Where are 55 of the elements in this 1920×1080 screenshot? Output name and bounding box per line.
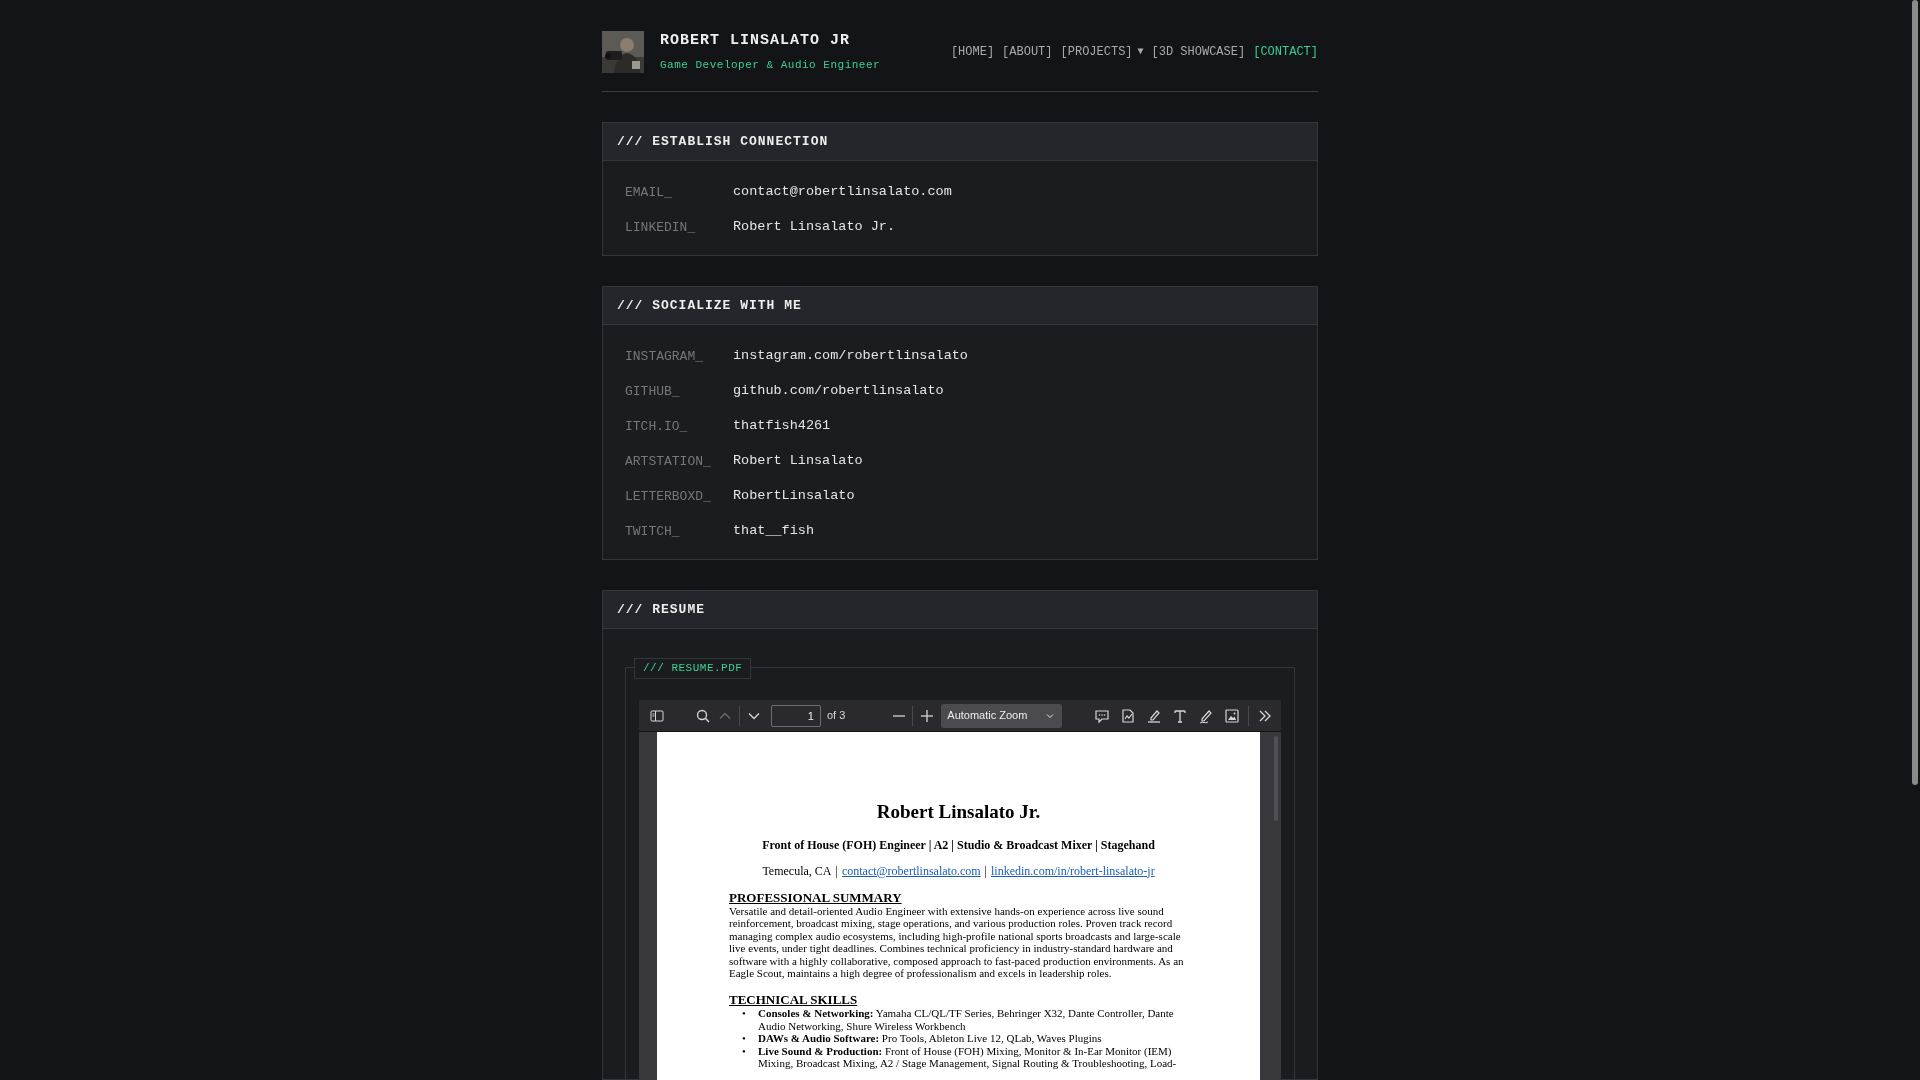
page-count: of 3 [826, 708, 846, 724]
field-label: EMAIL_ [625, 183, 673, 202]
frame-legend: /// RESUME.PDF [634, 658, 752, 679]
field-label: TWITCH_ [625, 522, 681, 541]
document-link[interactable]: linkedin.com/in/robert-linsalato-jr [991, 861, 1155, 880]
nav-link[interactable]: [3D SHOWCASE] [1151, 42, 1246, 61]
signature-icon[interactable] [1120, 707, 1137, 724]
summary-paragraph: Versatile and detail-oriented Audio Engineer with extensive hands-on experience across live sound reinforcement, broadcast mixing, stage operations, and various production roles. Proven track record managing complex audio ecosystems, including high-profile national sports broadcasts and large-scale live events, under tight deadlines. Combines technical proficiency in industry-standard hardware and software with a highly collaborative, composed approach to fast-paced production environments. As an Eagle Scout, maintains a high degree of professionalism and excels in leadership roles. [729, 904, 1185, 980]
document-location: Temecula, CA [762, 862, 832, 880]
separator: | [984, 862, 987, 880]
field-label: LETTERBOXD_ [625, 487, 712, 506]
scrollbar-thumb[interactable] [1912, 0, 1918, 785]
caret-icon[interactable]: ▼ [1137, 44, 1144, 59]
site-title: ROBERT LINSALATO JR [660, 31, 852, 51]
search-icon[interactable] [695, 707, 711, 724]
sidebar-toggle-icon[interactable] [649, 707, 665, 724]
section-heading: PROFESSIONAL SUMMARY [729, 890, 903, 905]
bullet-icon: • [729, 1044, 758, 1070]
skill-item: Live Sound & Production: Front of House (FOH) Mixing, Monitor & In-Ear Monitor (IEM) Mixing, Broadcast Mixing, A2 / Stage Management, Signal Routing & Troubleshooting, Load- [758, 1044, 1178, 1070]
profile-link[interactable]: instagram.com/robertlinsalato [733, 346, 968, 367]
field-label: ARTSTATION_ [625, 452, 712, 471]
profile-link[interactable]: github.com/robertlinsalato [733, 381, 944, 402]
nav-link[interactable]: [PROJECTS] [1060, 42, 1133, 61]
document-subtitle: Front of House (FOH) Engineer | A2 | Studio & Broadcast Mixer | Stagehand [761, 836, 1156, 854]
bullet-icon: • [729, 1007, 758, 1033]
nav-link[interactable]: [HOME] [950, 42, 995, 61]
field-label: INSTAGRAM_ [625, 347, 704, 366]
profile-link[interactable]: Robert Linsalato Jr. [733, 217, 896, 238]
page-number-field[interactable]: 1 [770, 704, 821, 727]
field-label: LINKEDIN_ [625, 218, 697, 237]
nav-link[interactable]: [CONTACT] [1253, 42, 1318, 61]
profile-link[interactable]: that__fish [733, 521, 814, 542]
zoom-select[interactable]: Automatic Zoom [941, 703, 1063, 728]
card-title: /// ESTABLISH CONNECTION [617, 132, 829, 151]
skill-item: DAWs & Audio Software: Pro Tools, Ableton Live 12, QLab, Waves Plugins [758, 1032, 1102, 1045]
document-title: Robert Linsalato Jr. [875, 800, 1042, 824]
site-tagline: Game Developer & Audio Engineer [660, 57, 881, 73]
field-label: GITHUB_ [625, 382, 681, 401]
text-tool-icon[interactable] [1172, 707, 1189, 724]
skill-item: Consoles & Networking: Yamaha CL/QL/TF Series, Behringer X32, Dante Controller, Dante Audio Networking, Shure Wireless Workbench [758, 1007, 1175, 1033]
document-link[interactable]: contact@robertlinsalato.com [841, 861, 981, 880]
nav-link[interactable]: [ABOUT] [1002, 42, 1053, 61]
card-title: /// SOCIALIZE WITH ME [617, 296, 802, 315]
separator: | [835, 862, 838, 880]
profile-link[interactable]: Robert Linsalato [733, 451, 863, 472]
zoom-in-icon[interactable] [919, 707, 936, 724]
profile-link[interactable]: contact@robertlinsalato.com [733, 182, 952, 203]
profile-link[interactable]: thatfish4261 [733, 416, 831, 437]
profile-link[interactable]: RobertLinsalato [733, 486, 855, 507]
field-label: ITCH.IO_ [625, 417, 689, 436]
comment-icon[interactable] [1094, 707, 1111, 724]
image-icon[interactable] [1224, 707, 1241, 724]
section-heading: TECHNICAL SKILLS [729, 992, 859, 1008]
card-title: /// RESUME [617, 600, 705, 619]
bullet-icon: • [729, 1032, 758, 1045]
